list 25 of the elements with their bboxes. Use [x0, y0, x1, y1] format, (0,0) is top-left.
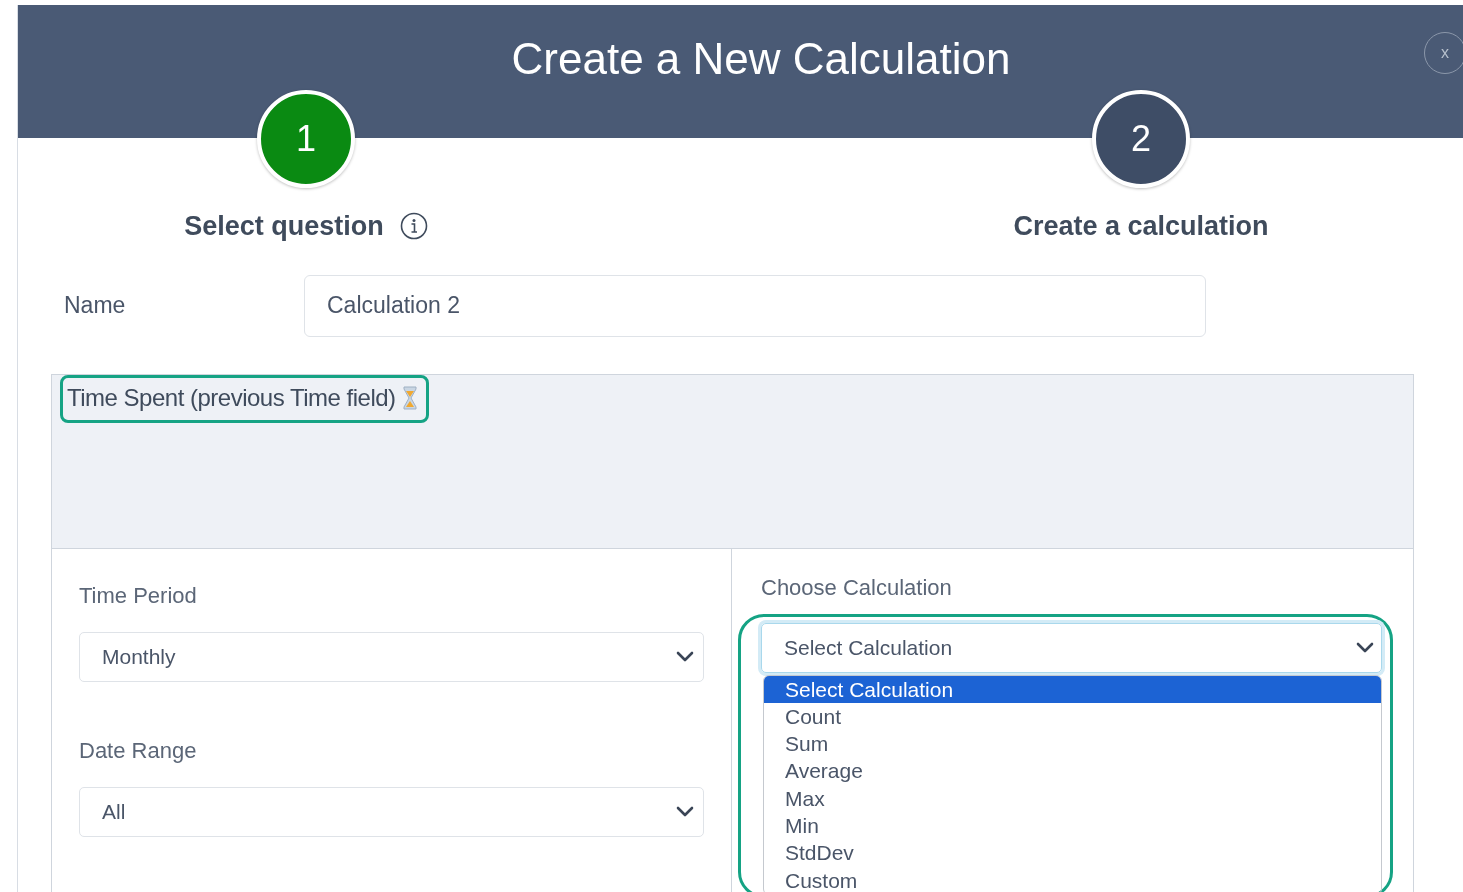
dropdown-option[interactable]: Max — [764, 784, 1381, 812]
dropdown-option[interactable]: Custom — [764, 866, 1381, 892]
step-label: Create a calculation — [1013, 210, 1269, 243]
hourglass-icon — [401, 385, 418, 410]
dropdown-option[interactable]: Select Calculation — [764, 675, 1381, 703]
info-icon[interactable] — [399, 212, 428, 241]
question-title: Time Spent (previous Time field) — [60, 374, 429, 423]
dropdown-option[interactable]: Min — [764, 812, 1381, 840]
dropdown-option[interactable]: Count — [764, 702, 1381, 731]
field-label: Choose Calculation — [760, 573, 953, 602]
select-field[interactable]: All — [79, 786, 704, 837]
select-field[interactable]: Select Calculation — [761, 622, 1382, 673]
caret-icon — [675, 804, 695, 819]
step-label: Select question — [184, 210, 384, 243]
field-label: Date Range — [79, 736, 198, 765]
name-field[interactable]: Calculation 2 — [304, 274, 1206, 337]
dropdown-option[interactable]: Average — [764, 757, 1381, 785]
select-field[interactable]: Monthly — [79, 631, 704, 682]
field-label: Time Period — [79, 581, 198, 610]
dialog-title: Create a New Calculation — [511, 33, 1011, 85]
dropdown-option[interactable]: Sum — [764, 730, 1381, 758]
field-label: Name — [64, 291, 127, 321]
caret-icon — [1355, 640, 1375, 655]
dropdown-option[interactable]: StdDev — [764, 839, 1381, 867]
caret-icon — [675, 649, 695, 664]
